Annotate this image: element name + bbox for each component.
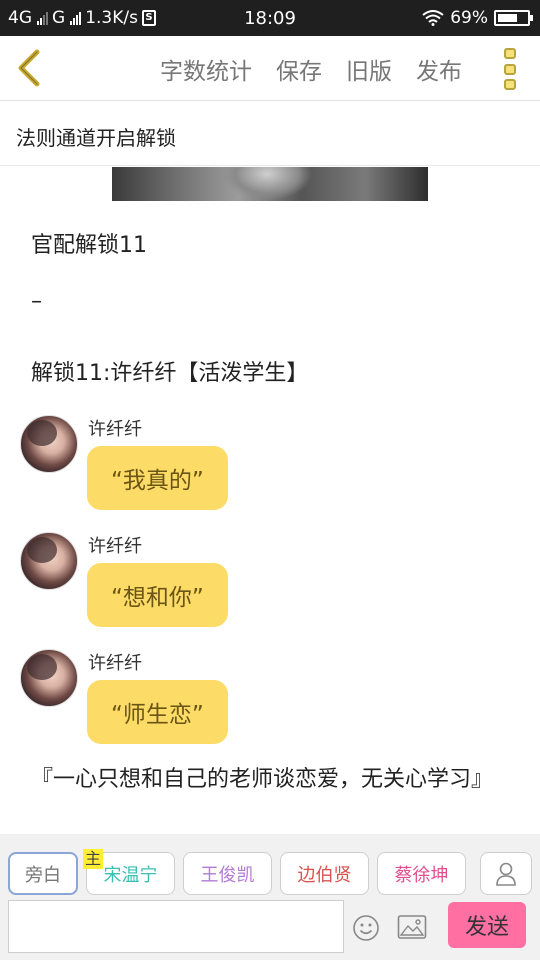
chat-message[interactable]: 许纤纤 “想和你”: [20, 532, 520, 636]
main-character-badge: 主: [83, 849, 104, 869]
character-chip-wang-junkai[interactable]: 王俊凯: [183, 852, 272, 895]
avatar: [20, 532, 78, 590]
save-button[interactable]: 保存: [276, 52, 322, 86]
image-button[interactable]: [397, 914, 427, 940]
avatar: [20, 649, 78, 707]
word-count-button[interactable]: 字数统计: [160, 52, 252, 86]
toolbar-actions: 字数统计 保存 旧版 发布: [160, 36, 462, 101]
character-chip-bian-boxian[interactable]: 边伯贤: [280, 852, 369, 895]
character-label: 边伯贤: [297, 864, 352, 886]
speaker-name: 许纤纤: [88, 653, 142, 674]
speaker-name: 许纤纤: [88, 536, 142, 557]
back-button[interactable]: [10, 46, 50, 90]
character-label: 王俊凯: [200, 864, 255, 886]
chapter-title: 法则通道开启解锁: [16, 126, 176, 150]
paragraph-3: 解锁11:许纤纤【活泼学生】: [31, 361, 309, 386]
chapter-title-row[interactable]: 法则通道开启解锁: [0, 102, 540, 166]
battery-percent: 69%: [450, 8, 488, 28]
speaker-name: 许纤纤: [88, 419, 142, 440]
story-image: [112, 167, 428, 201]
speech-bubble: “想和你”: [87, 563, 228, 627]
character-chip-narrator[interactable]: 旁白: [8, 852, 78, 895]
chevron-left-icon: [18, 49, 40, 87]
message-input[interactable]: [8, 900, 344, 953]
more-menu-icon[interactable]: [498, 48, 522, 90]
avatar: [20, 415, 78, 473]
character-chip-song-wenning[interactable]: 主 宋温宁: [83, 849, 175, 895]
user-icon: [496, 862, 516, 886]
battery-fill: [498, 14, 517, 22]
composer-panel: 旁白 主 宋温宁 王俊凯 边伯贤 蔡徐坤 发送: [0, 834, 540, 960]
character-selector: 旁白 主 宋温宁 王俊凯 边伯贤 蔡徐坤: [8, 849, 466, 897]
editor-toolbar: 字数统计 保存 旧版 发布: [0, 36, 540, 101]
story-content[interactable]: 官配解锁11 – 解锁11:许纤纤【活泼学生】 许纤纤 “我真的” 许纤纤 “想…: [0, 167, 540, 834]
send-button[interactable]: 发送: [448, 902, 526, 948]
character-label: 宋温宁: [103, 864, 158, 886]
image-icon: [397, 915, 427, 939]
character-manage-button[interactable]: [480, 852, 532, 895]
old-version-button[interactable]: 旧版: [346, 52, 392, 86]
emoji-button[interactable]: [352, 914, 380, 942]
publish-button[interactable]: 发布: [416, 52, 462, 86]
chat-message[interactable]: 许纤纤 “我真的”: [20, 415, 520, 519]
paragraph-2: –: [31, 289, 42, 314]
character-label: 旁白: [25, 864, 61, 886]
emoji-icon: [353, 915, 379, 941]
status-bar: 4G G 1.3K/s S 18:09 69%: [0, 0, 540, 36]
character-chip-cai-xukun[interactable]: 蔡徐坤: [377, 852, 466, 895]
paragraph-1: 官配解锁11: [31, 233, 147, 258]
status-right: 69%: [422, 8, 533, 28]
paragraph-last: 『一心只想和自己的老师谈恋爱，无关心学习』: [31, 767, 494, 792]
speech-bubble: “师生恋”: [87, 680, 228, 744]
chat-message[interactable]: 许纤纤 “师生恋”: [20, 649, 520, 753]
speech-bubble: “我真的”: [87, 446, 228, 510]
battery-icon: [494, 10, 533, 26]
character-label: 蔡徐坤: [394, 864, 449, 886]
wifi-icon: [422, 10, 444, 26]
